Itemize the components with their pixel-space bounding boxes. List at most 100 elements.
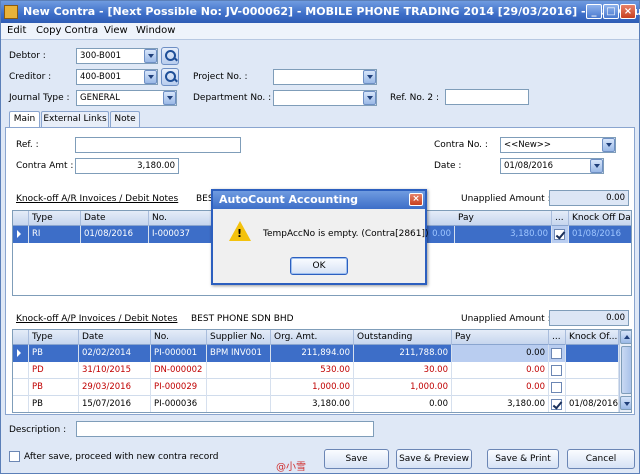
department-dropdown-icon[interactable]: [363, 91, 376, 105]
ap-row-knock-off-checkbox[interactable]: [551, 382, 562, 393]
menu-copy-contra[interactable]: Copy Contra: [36, 25, 98, 36]
save-print-button[interactable]: Save & Print: [487, 449, 559, 469]
ar-row-knock-off-checkbox[interactable]: [554, 229, 565, 240]
ar-section-title[interactable]: Knock-off A/R Invoices / Debit Notes: [16, 194, 178, 204]
ar-row-no: I-000037: [149, 226, 213, 243]
ap-col-org-amt[interactable]: Org. Amt.: [271, 330, 354, 345]
menu-view[interactable]: View: [104, 25, 128, 36]
ar-col-date[interactable]: Date: [81, 211, 149, 226]
menu-window[interactable]: Window: [136, 25, 175, 36]
ref2-input[interactable]: [445, 89, 529, 105]
project-combo[interactable]: [273, 69, 377, 85]
debtor-search-icon[interactable]: [161, 47, 179, 65]
description-input[interactable]: [76, 421, 374, 437]
ap-row-org-amt: 1,000.00: [271, 379, 354, 396]
ar-row-type: RI: [29, 226, 81, 243]
ap-section-title[interactable]: Knock-off A/P Invoices / Debit Notes: [16, 314, 177, 324]
creditor-search-icon[interactable]: [161, 68, 179, 86]
ap-invoice-grid: Type Date No. Supplier No. Org. Amt. Out…: [12, 329, 632, 413]
menu-bar: Edit Copy Contra View Window: [1, 23, 639, 40]
ap-row-outstanding: 0.00: [354, 396, 452, 412]
ap-row-knock-off-checkbox[interactable]: [551, 365, 562, 376]
ap-row-supplier: [207, 396, 271, 412]
contra-no-label: Contra No. :: [434, 140, 488, 150]
contra-no-dropdown-icon[interactable]: [602, 138, 615, 152]
after-save-checkbox[interactable]: [9, 451, 20, 462]
ap-row-pay[interactable]: 0.00: [452, 345, 549, 362]
ap-row-type: PB: [29, 345, 79, 362]
table-row[interactable]: PB 02/02/2014 PI-000001 BPM INV001 211,8…: [13, 345, 619, 362]
cancel-button[interactable]: Cancel: [567, 449, 635, 469]
ar-col-type[interactable]: Type: [29, 211, 81, 226]
ap-row-org-amt: 3,180.00: [271, 396, 354, 412]
scroll-down-icon[interactable]: [620, 396, 631, 410]
dialog-message: TempAccNo is empty. (Contra[2861]): [263, 229, 429, 239]
dialog-close-button[interactable]: ×: [409, 193, 423, 206]
ap-row-supplier: [207, 362, 271, 379]
contra-no-combo[interactable]: <<New>>: [500, 137, 616, 153]
ap-row-pay[interactable]: 3,180.00: [452, 396, 549, 412]
ar-col-pay[interactable]: Pay: [455, 211, 552, 226]
ap-col-pay[interactable]: Pay: [452, 330, 549, 345]
ap-col-knock-off[interactable]: Knock Of...: [566, 330, 619, 345]
ap-row-knock-off-checkbox[interactable]: [551, 399, 562, 410]
date-label: Date :: [434, 161, 462, 171]
save-button[interactable]: Save: [324, 449, 389, 469]
tab-external-links[interactable]: External Links: [41, 111, 109, 127]
ap-row-knock-off: 01/08/2016: [566, 396, 619, 412]
description-label: Description :: [9, 425, 67, 435]
ap-col-supplier-no[interactable]: Supplier No.: [207, 330, 271, 345]
menu-edit[interactable]: Edit: [7, 25, 26, 36]
scroll-up-icon[interactable]: [620, 330, 631, 344]
maximize-button[interactable]: □: [603, 4, 619, 19]
ap-row-org-amt: 530.00: [271, 362, 354, 379]
ap-row-pay[interactable]: 0.00: [452, 362, 549, 379]
scroll-thumb[interactable]: [621, 346, 631, 394]
project-label: Project No. :: [193, 72, 248, 82]
ar-col-no[interactable]: No.: [149, 211, 213, 226]
table-row[interactable]: PD 31/10/2015 DN-000002 530.00 30.00 0.0…: [13, 362, 619, 379]
ap-grid-scrollbar[interactable]: [619, 330, 631, 412]
ap-row-date: 15/07/2016: [79, 396, 151, 412]
date-dropdown-icon[interactable]: [590, 159, 603, 173]
table-row[interactable]: PB 15/07/2016 PI-000036 3,180.00 0.00 3,…: [13, 396, 619, 412]
ar-row-pay[interactable]: 3,180.00: [455, 226, 552, 243]
ap-row-knock-off: [566, 345, 619, 362]
ap-col-check[interactable]: ...: [549, 330, 566, 345]
ap-row-outstanding: 1,000.00: [354, 379, 452, 396]
ap-row-pay[interactable]: 0.00: [452, 379, 549, 396]
ar-col-check[interactable]: ...: [552, 211, 569, 226]
ap-col-outstanding[interactable]: Outstanding: [354, 330, 452, 345]
ap-row-outstanding: 211,788.00: [354, 345, 452, 362]
tab-main[interactable]: Main: [9, 111, 40, 128]
title-bar: New Contra - [Next Possible No: JV-00006…: [1, 1, 640, 23]
creditor-dropdown-icon[interactable]: [144, 70, 157, 84]
ap-row-knock-off-checkbox[interactable]: [551, 348, 562, 359]
journal-type-combo[interactable]: GENERAL: [76, 90, 177, 106]
project-dropdown-icon[interactable]: [363, 70, 376, 84]
minimize-button[interactable]: _: [586, 4, 602, 19]
watermark: @小雪: [276, 462, 306, 473]
ap-col-no[interactable]: No.: [151, 330, 207, 345]
ref-input[interactable]: [75, 137, 241, 153]
contra-amt-input[interactable]: 3,180.00: [75, 158, 179, 174]
date-picker[interactable]: 01/08/2016: [500, 158, 604, 174]
ar-unapplied-label: Unapplied Amount :: [461, 194, 551, 204]
ar-col-knock-off-date[interactable]: Knock Off Date: [569, 211, 631, 226]
ap-row-no: DN-000002: [151, 362, 207, 379]
ap-row-knock-off: [566, 379, 619, 396]
table-row[interactable]: PB 29/03/2016 PI-000029 1,000.00 1,000.0…: [13, 379, 619, 396]
ap-col-type[interactable]: Type: [29, 330, 79, 345]
journal-type-dropdown-icon[interactable]: [163, 91, 176, 105]
dialog-ok-button[interactable]: OK: [290, 257, 348, 275]
tab-note[interactable]: Note: [110, 111, 140, 127]
save-preview-button[interactable]: Save & Preview: [396, 449, 472, 469]
ap-row-supplier: [207, 379, 271, 396]
debtor-dropdown-icon[interactable]: [144, 49, 157, 63]
ar-row-date: 01/08/2016: [81, 226, 149, 243]
error-dialog: AutoCount Accounting × ! TempAccNo is em…: [211, 189, 429, 285]
ap-col-date[interactable]: Date: [79, 330, 151, 345]
close-button[interactable]: ×: [620, 4, 636, 19]
ap-row-org-amt: 211,894.00: [271, 345, 354, 362]
department-combo[interactable]: [273, 90, 377, 106]
